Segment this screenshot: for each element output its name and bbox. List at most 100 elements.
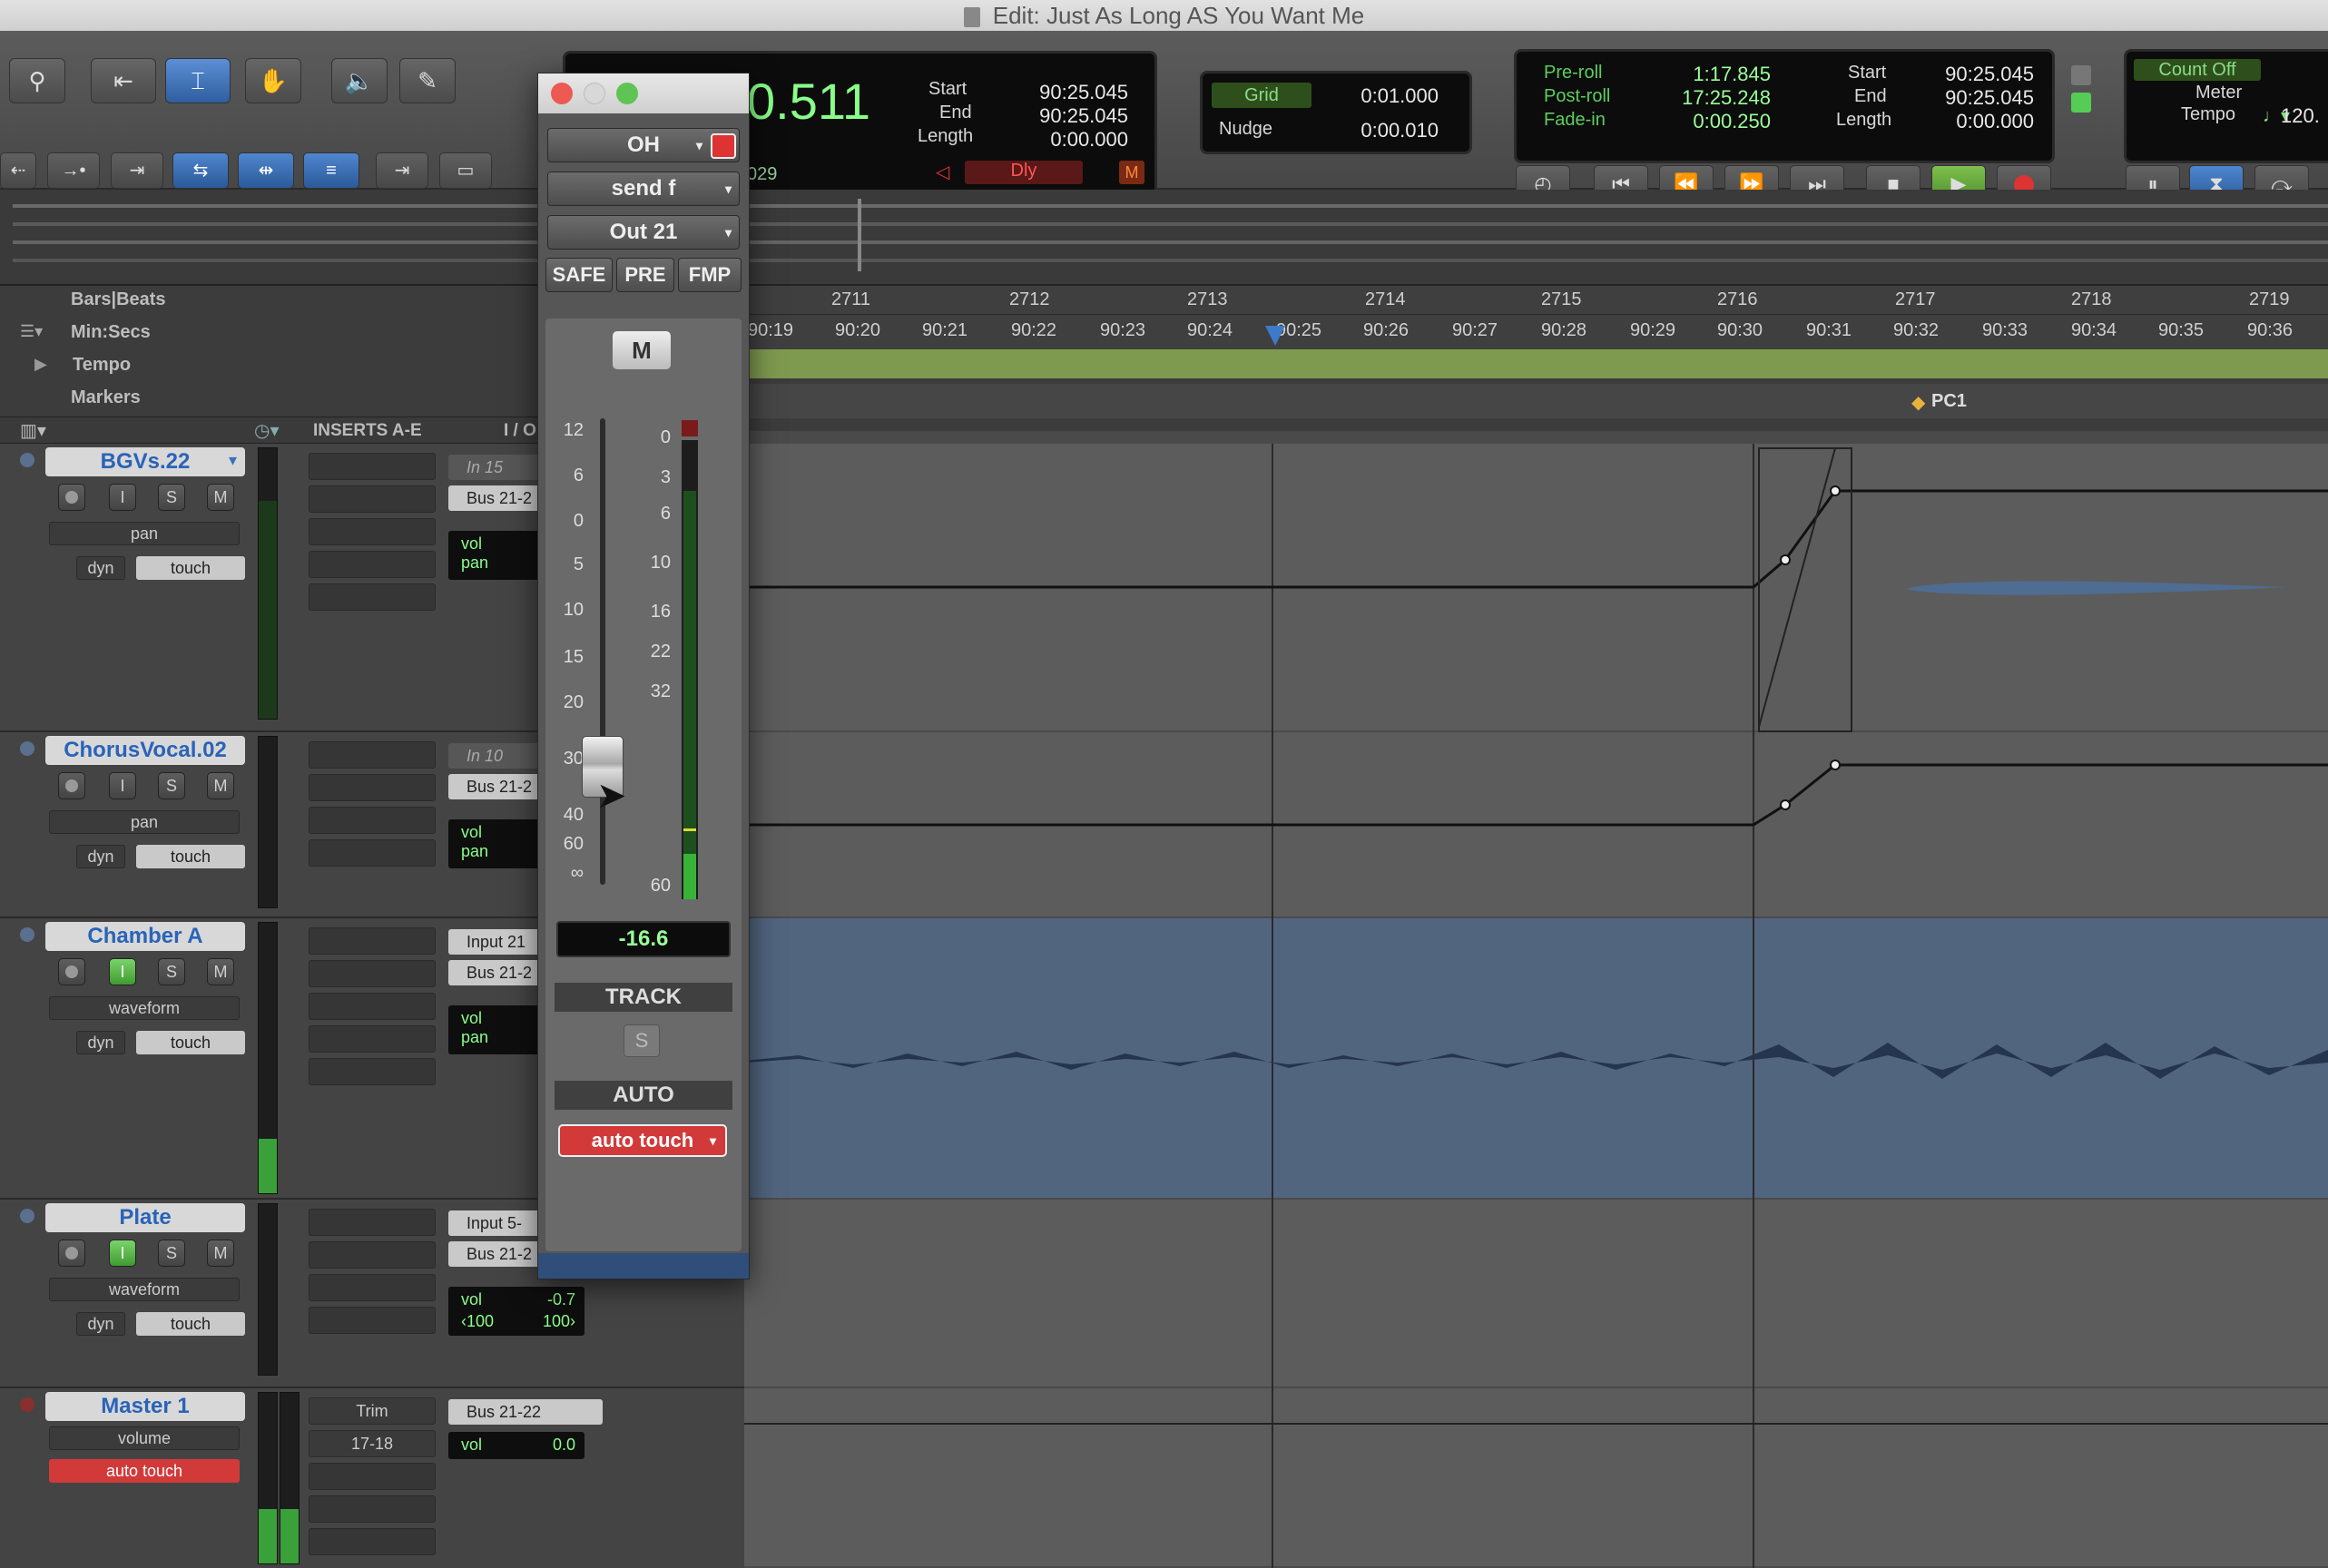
mute-button[interactable]: M	[207, 1240, 234, 1267]
insert-slot[interactable]	[309, 1209, 436, 1236]
automation-breakpoint[interactable]	[1830, 760, 1841, 770]
pencil-tool-icon[interactable]: ✎	[399, 58, 456, 103]
marker-label[interactable]: PC1	[1931, 391, 1967, 412]
track-name[interactable]: BGVs.22	[45, 447, 245, 476]
marker-icon[interactable]: ◆	[1911, 391, 1925, 414]
insert-slot[interactable]	[309, 774, 436, 801]
insert-slot[interactable]	[309, 485, 436, 513]
ruler-min-secs-label[interactable]: Min:Secs	[71, 322, 151, 343]
mute-button[interactable]: M	[207, 484, 234, 511]
dyn-button[interactable]: dyn	[76, 845, 125, 868]
track-collapse-icon[interactable]	[20, 927, 34, 942]
automation-breakpoint[interactable]	[1780, 799, 1791, 810]
postroll-label[interactable]: Post-roll	[1544, 86, 1610, 107]
safe-button[interactable]: SAFE	[545, 258, 613, 292]
input-monitor-button[interactable]: I	[109, 958, 136, 985]
track-name[interactable]: Plate	[45, 1203, 245, 1232]
pre-button[interactable]: PRE	[616, 258, 674, 292]
insert-slot[interactable]	[309, 1274, 436, 1301]
clip-waveform-bgvs[interactable]	[1906, 581, 2287, 595]
track-view-menu-icon[interactable]: ▥▾	[20, 419, 46, 442]
insert-slot-trim[interactable]: Trim	[309, 1397, 436, 1425]
grabber-tool-icon[interactable]: ✋	[245, 58, 301, 103]
insertion-follows-icon[interactable]: ≡	[303, 152, 359, 189]
track-menu-icon[interactable]: ▾	[229, 451, 237, 470]
universe-overview[interactable]	[0, 190, 2328, 286]
mute-button[interactable]: M	[207, 958, 234, 985]
nudge-value[interactable]: 0:00.010	[1321, 119, 1439, 142]
automation-line-bgvs[interactable]	[744, 489, 2328, 589]
insert-slot[interactable]	[309, 551, 436, 578]
dyn-button[interactable]: dyn	[76, 1312, 125, 1336]
automation-breakpoint[interactable]	[1830, 485, 1841, 496]
output-active-icon[interactable]	[711, 133, 736, 159]
insert-slot[interactable]	[309, 741, 436, 769]
dyn-button[interactable]: dyn	[76, 1031, 125, 1054]
track-view-selector[interactable]: waveform	[49, 996, 240, 1020]
ruler-markers-label[interactable]: Markers	[71, 387, 141, 408]
zoom-tool-icon[interactable]: ⚲	[9, 58, 65, 103]
solo-button[interactable]: S	[158, 1240, 185, 1267]
minimize-icon[interactable]	[584, 83, 605, 104]
send-selector[interactable]: send f ▾	[547, 172, 740, 206]
edit-mode-shuffle-icon[interactable]: ⇠	[0, 152, 36, 189]
link-track-icon[interactable]: ⇹	[238, 152, 294, 189]
solo-button[interactable]: S	[158, 484, 185, 511]
track-name[interactable]: Master 1	[45, 1392, 245, 1421]
track-view-selector[interactable]: pan	[49, 810, 240, 834]
clip-waveform-chamber[interactable]	[744, 1043, 2328, 1079]
tempo-value[interactable]: 120.	[2281, 104, 2328, 128]
fader-value-display[interactable]: -16.6	[556, 921, 731, 957]
timebase-icon[interactable]: ◷▾	[254, 419, 280, 442]
track-collapse-icon[interactable]	[20, 1397, 34, 1412]
fmp-button[interactable]: FMP	[678, 258, 742, 292]
playhead-marker-icon[interactable]	[1265, 326, 1285, 346]
count-off-button[interactable]: Count Off	[2134, 59, 2261, 81]
scrubber-tool-icon[interactable]: 🔈	[331, 58, 388, 103]
min-secs-ruler[interactable]: 90:19 90:20 90:21 90:22 90:23 90:24 90:2…	[744, 315, 2328, 349]
automation-mode-selector[interactable]: touch	[136, 1312, 245, 1336]
bars-beats-ruler[interactable]: 2711 2712 2713 2714 2715 2716 2717 2718 …	[744, 286, 2328, 315]
input-monitor-button[interactable]: I	[109, 1240, 136, 1267]
automation-line-chorusvocal[interactable]	[744, 763, 2328, 827]
insert-slot[interactable]	[309, 1463, 436, 1490]
input-monitor-button[interactable]: I	[109, 484, 136, 511]
ruler-tempo-label[interactable]: Tempo	[73, 355, 131, 376]
fadein-value[interactable]: 0:00.250	[1635, 110, 1771, 133]
ruler-bars-beats-label[interactable]: Bars|Beats	[71, 289, 166, 310]
input-monitor-button[interactable]: I	[109, 772, 136, 799]
record-enable-button[interactable]	[58, 958, 85, 985]
grid-button[interactable]: Grid	[1212, 83, 1311, 108]
preroll-label[interactable]: Pre-roll	[1544, 63, 1602, 83]
mute-button[interactable]: M	[613, 331, 671, 369]
output-selector[interactable]: Out 21 ▾	[547, 215, 740, 250]
track-output[interactable]: Bus 21-22	[448, 1399, 603, 1425]
tempo-ruler[interactable]	[744, 349, 2328, 378]
automation-breakpoint[interactable]	[1780, 554, 1791, 565]
midi-icon[interactable]: M	[1119, 161, 1144, 184]
track-collapse-icon[interactable]	[20, 741, 34, 756]
automation-mode-selector[interactable]: touch	[136, 556, 245, 580]
mirror-midi-icon[interactable]: ▭	[439, 152, 492, 189]
insert-slot[interactable]	[309, 518, 436, 545]
markers-ruler[interactable]: ◆ PC1	[744, 384, 2328, 418]
record-enable-button[interactable]	[58, 1240, 85, 1267]
fadein-label[interactable]: Fade-in	[1544, 110, 1606, 131]
fader-window-titlebar[interactable]	[538, 74, 749, 113]
edit-mode-slip-icon[interactable]: ⇥	[111, 152, 163, 189]
insert-slot[interactable]	[309, 1058, 436, 1085]
postroll-value[interactable]: 17:25.248	[1635, 86, 1771, 110]
insert-slot-17-18[interactable]: 17-18	[309, 1430, 436, 1457]
solo-button[interactable]: S	[158, 772, 185, 799]
track-collapse-icon[interactable]	[20, 453, 34, 467]
insert-slot[interactable]	[309, 583, 436, 611]
insert-slot[interactable]	[309, 1307, 436, 1334]
edit-mode-spot-icon[interactable]: →•	[47, 152, 100, 189]
automation-mode-selector[interactable]: touch	[136, 1031, 245, 1054]
solo-safe-button[interactable]: S	[624, 1024, 660, 1057]
track-view-selector[interactable]: pan	[49, 522, 240, 545]
link-timeline-icon[interactable]: ⇆	[172, 152, 229, 189]
insert-slot[interactable]	[309, 807, 436, 834]
length-value[interactable]: 0:00.000	[1898, 110, 2034, 133]
insert-slot[interactable]	[309, 1528, 436, 1555]
